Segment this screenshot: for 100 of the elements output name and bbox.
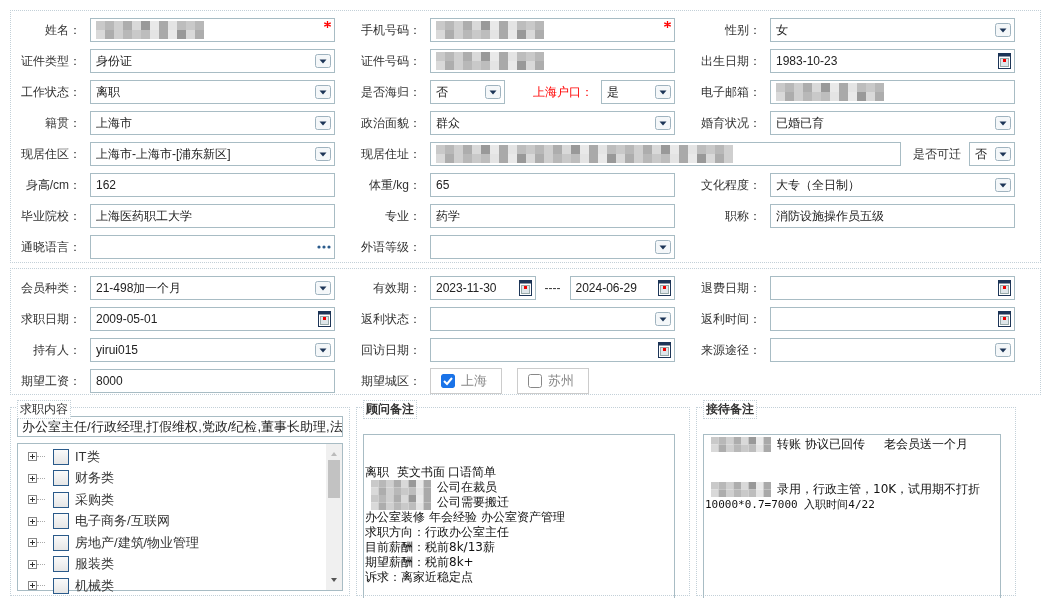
field-label: 姓名： (45, 21, 81, 39)
text-field[interactable] (430, 18, 675, 42)
text-field[interactable]: 消防设施操作员五级 (770, 204, 1015, 228)
field-label: 出生日期： (701, 52, 761, 70)
field-label: 上海户口： (531, 83, 594, 101)
range-separator: ---- (543, 281, 562, 295)
dropdown-field[interactable]: 大专（全日制） (770, 173, 1015, 197)
field-label: 来源途径： (701, 341, 761, 359)
notes-textarea[interactable]: 转账 协议已回传 老会员送一个月 录用，行政主管，10K，试用期不打折 10000*0.7=7000 入职时间4/22 (703, 434, 1001, 598)
calendar-icon[interactable] (318, 311, 331, 327)
calendar-icon[interactable] (998, 280, 1011, 296)
text-field[interactable]: 162 (90, 173, 335, 197)
date-field[interactable] (770, 276, 1015, 300)
field-label: 是否可迁 (912, 145, 962, 163)
expand-icon[interactable] (28, 559, 37, 569)
date-field[interactable]: 2009-05-01 (90, 307, 335, 331)
text-field[interactable]: 上海医药职工大学 (90, 204, 335, 228)
city-option[interactable]: 苏州 (517, 368, 589, 394)
dropdown-field[interactable]: 身份证 (90, 49, 335, 73)
dropdown-field[interactable]: 21-498加一个月 (90, 276, 335, 300)
note-line: 公司需要搬迁 (437, 495, 509, 510)
field-label: 专业： (385, 207, 421, 225)
field-label: 是否海归： (361, 83, 421, 101)
checkbox[interactable] (528, 374, 542, 388)
calendar-icon[interactable] (998, 311, 1011, 327)
field-label: 婚育状况： (701, 114, 761, 132)
field-label: 现居住区： (21, 145, 81, 163)
field-label: 外语等级： (361, 238, 421, 256)
expand-icon[interactable] (28, 581, 37, 591)
text-field[interactable] (770, 80, 1015, 104)
calendar-icon[interactable] (658, 280, 671, 296)
expand-icon[interactable] (28, 473, 37, 483)
calendar-icon[interactable] (518, 280, 532, 296)
checkbox[interactable] (53, 556, 69, 573)
calendar-icon[interactable] (998, 53, 1011, 69)
lookup-field[interactable] (90, 235, 335, 259)
dropdown-field[interactable] (430, 307, 675, 331)
dropdown-field[interactable]: 是 (600, 80, 675, 104)
expand-icon[interactable] (28, 516, 37, 526)
tree-item[interactable]: 房地产/建筑/物业管理 (75, 533, 200, 552)
dropdown-field[interactable]: 离职 (90, 80, 335, 104)
field-label: 求职日期： (21, 310, 81, 328)
tree-item[interactable]: 电子商务/互联网 (75, 512, 170, 531)
field-label: 电子邮箱： (701, 83, 761, 101)
field-label: 返利时间： (701, 310, 761, 328)
checkbox[interactable] (53, 448, 69, 465)
dropdown-field[interactable] (430, 235, 675, 259)
checkbox[interactable] (53, 470, 69, 487)
text-field[interactable] (430, 142, 901, 166)
note-line: 期望薪酬：税前8k+ (365, 555, 474, 570)
checkbox[interactable] (53, 491, 69, 508)
dropdown-field[interactable]: 已婚已育 (770, 111, 1015, 135)
text-field[interactable]: 药学 (430, 204, 675, 228)
expand-icon[interactable] (28, 452, 37, 462)
date-field[interactable]: 2023-11-30 (430, 276, 536, 300)
note-line: 诉求：离家近稳定点 (365, 570, 473, 585)
more-icon[interactable] (317, 245, 331, 249)
date-field[interactable]: 2024-06-29 (569, 276, 675, 300)
tree-item[interactable]: 服装类 (75, 555, 114, 574)
dropdown-field[interactable]: 群众 (430, 111, 675, 135)
note-line: 10000*0.7=7000 入职时间4/22 (705, 497, 875, 512)
date-field[interactable]: 1983-10-23 (770, 49, 1015, 73)
note-line: 求职方向：行政办公室主任 (365, 525, 509, 540)
expand-icon[interactable] (28, 495, 37, 505)
checkbox[interactable] (53, 513, 69, 530)
checkbox[interactable] (441, 374, 455, 388)
dropdown-field[interactable]: 否 (969, 142, 1015, 166)
field-label: 返利状态： (361, 310, 421, 328)
city-option[interactable]: 上海 (430, 368, 502, 394)
tree-item[interactable]: 财务类 (75, 469, 114, 488)
field-label: 退费日期： (701, 279, 761, 297)
tree-item[interactable]: 机械类 (75, 576, 114, 595)
dropdown-field[interactable] (770, 338, 1015, 362)
field-label: 籍贯： (45, 114, 81, 132)
text-field[interactable]: 65 (430, 173, 675, 197)
dropdown-field[interactable]: yirui015 (90, 338, 335, 362)
expand-icon[interactable] (28, 538, 37, 548)
text-field[interactable] (430, 49, 675, 73)
dropdown-field[interactable]: 上海市-上海市-[浦东新区] (90, 142, 335, 166)
text-field[interactable]: 办公室主任/行政经理,打假维权,党政/纪检,董事长助理,法 (17, 416, 343, 437)
field-label: 回访日期： (361, 341, 421, 359)
dropdown-field[interactable]: 上海市 (90, 111, 335, 135)
dropdown-field[interactable]: 女 (770, 18, 1015, 42)
note-line: 办公室装修 年会经验 办公室资产管理 (365, 510, 565, 525)
notes-textarea[interactable]: 离职 英文书面 口语简单 公司在裁员 公司需要搬迁 办公室装修 年会经验 办公室资产管理 求职方向：行政办公室主任 目前薪酬：税前8k/13薪 期望薪酬：税前8k+ 诉求：离家近稳定点 (363, 434, 675, 598)
note-line: 离职 英文书面 口语简单 (365, 465, 497, 480)
dropdown-field[interactable]: 否 (430, 80, 505, 104)
field-label: 性别： (725, 21, 761, 39)
field-label: 工作状态： (21, 83, 81, 101)
date-field[interactable] (430, 338, 675, 362)
checkbox[interactable] (53, 534, 69, 551)
calendar-icon[interactable] (658, 342, 671, 358)
date-field[interactable] (770, 307, 1015, 331)
tree-item[interactable]: IT类 (75, 447, 100, 466)
text-field[interactable] (90, 18, 335, 42)
checkbox[interactable] (53, 577, 69, 594)
field-label: 有效期： (373, 279, 421, 297)
tree-item[interactable]: 采购类 (75, 490, 114, 509)
text-field[interactable]: 8000 (90, 369, 335, 393)
field-label: 政治面貌： (361, 114, 421, 132)
